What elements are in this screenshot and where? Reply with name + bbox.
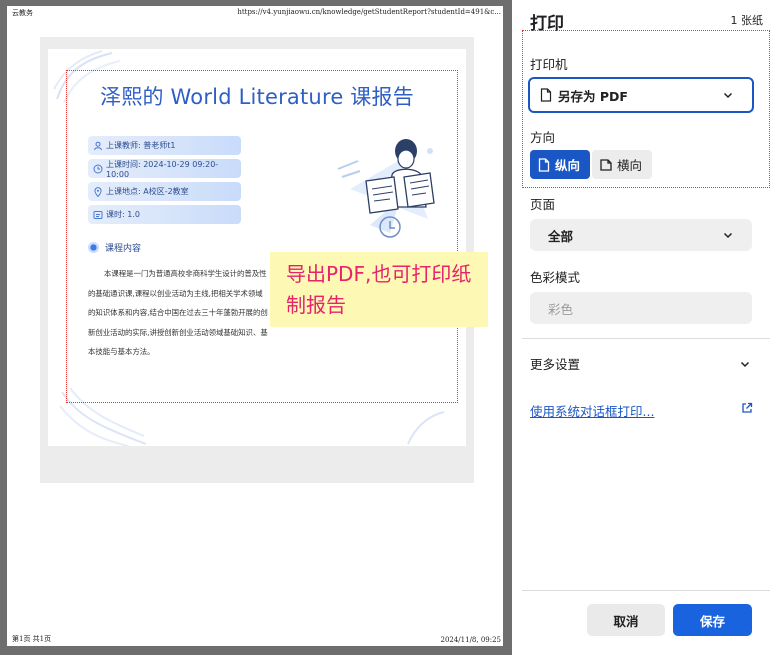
portrait-page-icon [538, 157, 550, 172]
open-external-icon[interactable] [741, 402, 753, 414]
divider [522, 590, 770, 591]
landscape-page-icon [600, 158, 612, 171]
annotation-note: 导出PDF,也可打印纸制报告 [270, 252, 488, 327]
color-mode-label: 色彩模式 [530, 270, 581, 285]
printer-select[interactable]: 另存为 PDF [528, 77, 754, 113]
chevron-down-icon [723, 232, 733, 239]
page-header-left: 云教务 [12, 9, 33, 17]
annotation-highlight-report [66, 70, 458, 403]
orientation-portrait-label: 纵向 [555, 158, 581, 173]
page-footer-left: 第1页 共1页 [12, 635, 52, 643]
system-dialog-link[interactable]: 使用系统对话框打印... [530, 401, 654, 420]
divider [522, 338, 770, 339]
sheet-count: 1 张纸 [730, 14, 764, 27]
orientation-portrait-button[interactable]: 纵向 [530, 150, 590, 179]
chevron-down-icon [723, 92, 733, 99]
orientation-label: 方向 [530, 130, 556, 145]
color-mode-select[interactable]: 彩色 [530, 292, 752, 324]
pages-select-value: 全部 [548, 228, 574, 244]
pages-label: 页面 [530, 197, 556, 212]
page-header-url: https://v4.yunjiaowu.cn/knowledge/getStu… [237, 8, 501, 16]
color-mode-value: 彩色 [548, 301, 574, 317]
printer-label: 打印机 [530, 57, 568, 72]
orientation-landscape-label: 横向 [617, 158, 643, 173]
pages-select[interactable]: 全部 [530, 219, 752, 251]
print-settings-panel: 打印 1 张纸 打印机 另存为 PDF 方向 纵向 横向 页面 全部 色彩模式 … [512, 0, 775, 655]
decorative-wave-icon [407, 411, 445, 445]
more-settings-toggle[interactable]: 更多设置 [530, 354, 580, 373]
printer-select-value: 另存为 PDF [558, 88, 628, 104]
page-footer-date: 2024/11/8, 09:25 [440, 636, 501, 644]
save-button[interactable]: 保存 [673, 604, 752, 636]
orientation-landscape-button[interactable]: 横向 [592, 150, 652, 179]
chevron-down-icon[interactable] [739, 358, 751, 370]
cancel-button[interactable]: 取消 [587, 604, 665, 636]
file-icon [540, 88, 552, 102]
